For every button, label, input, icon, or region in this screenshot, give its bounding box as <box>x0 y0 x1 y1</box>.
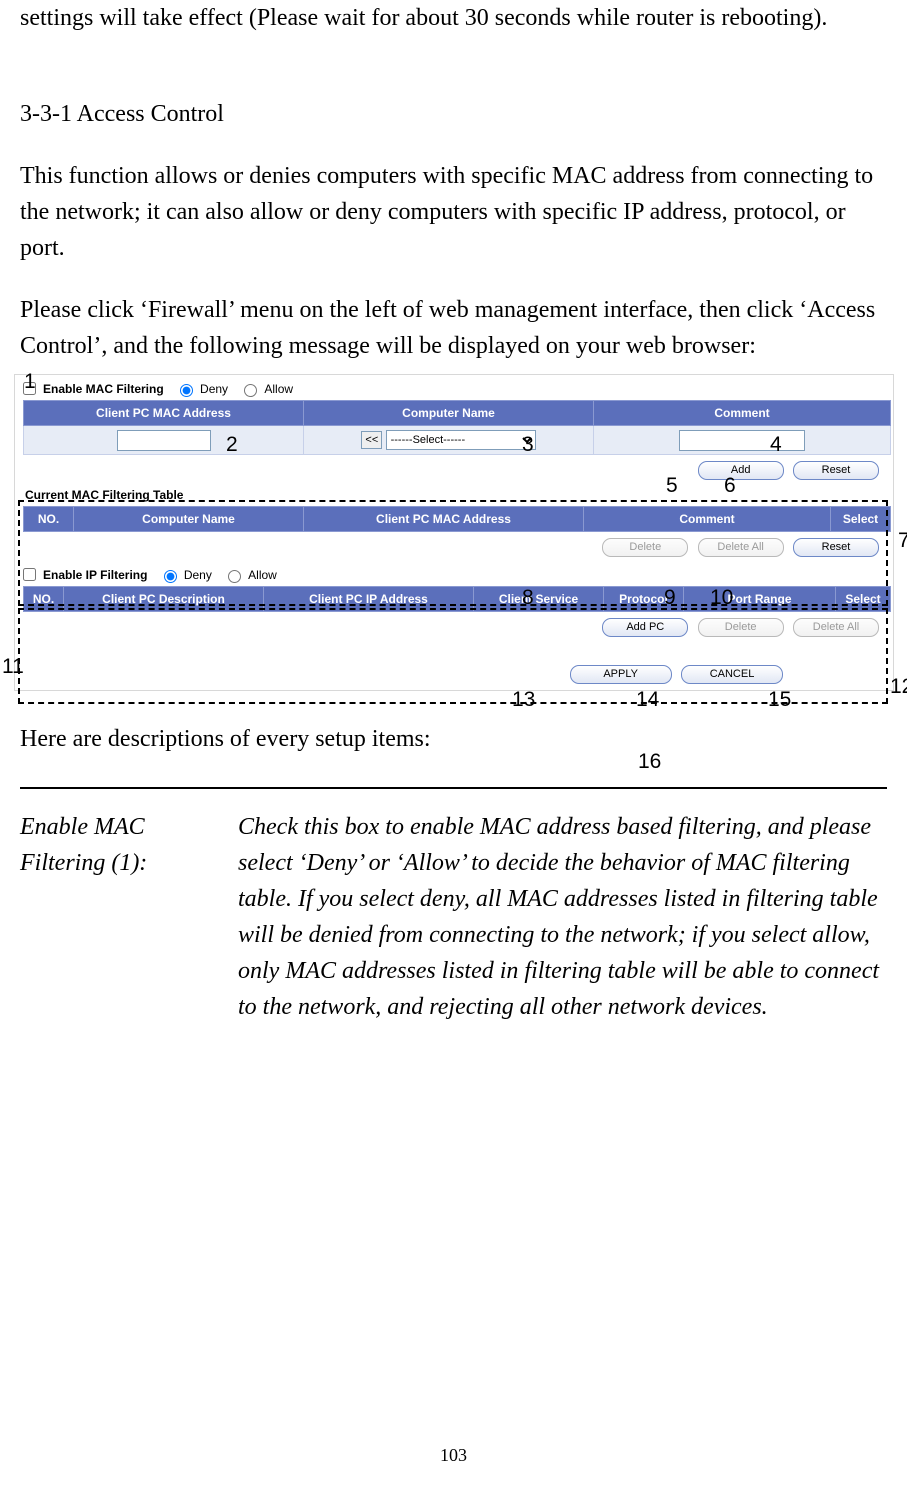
dashed-box-mac-table <box>18 500 888 606</box>
computer-name-select[interactable]: ------Select------ <box>386 430 536 450</box>
paragraph-2: Please click ‘Firewall’ menu on the left… <box>20 292 887 364</box>
mac-allow-radio[interactable] <box>244 384 257 397</box>
description-item: Enable MAC Filtering (1): <box>20 809 230 1025</box>
paragraph-1: This function allows or denies computers… <box>20 158 887 266</box>
callout-1: 1 <box>24 366 36 398</box>
mac-filtering-toggle-row: Enable MAC Filtering Deny Allow <box>15 377 893 400</box>
enable-mac-label: Enable MAC Filtering <box>43 380 164 398</box>
callout-6: 6 <box>724 470 736 502</box>
callout-7: 7 <box>898 525 907 557</box>
th-mac-address: Client PC MAC Address <box>24 401 304 426</box>
comment-input[interactable] <box>679 430 805 451</box>
dashed-box-ip-table <box>18 608 888 704</box>
divider <box>20 787 887 789</box>
mac-deny-radio[interactable] <box>180 384 193 397</box>
insert-button[interactable]: << <box>361 431 382 449</box>
callout-12: 12 <box>890 671 907 703</box>
callout-3: 3 <box>522 429 534 461</box>
reset-button[interactable]: Reset <box>793 461 879 480</box>
description-body: Check this box to enable MAC address bas… <box>238 809 887 1025</box>
callout-16: 16 <box>638 746 661 778</box>
mac-deny-label: Deny <box>200 380 228 398</box>
th-computer-name: Computer Name <box>304 401 594 426</box>
mac-input-table: Client PC MAC Address Computer Name Comm… <box>23 400 891 455</box>
intro-continuation: settings will take effect (Please wait f… <box>20 0 887 36</box>
page-number: 103 <box>0 1442 907 1469</box>
mac-address-input[interactable] <box>117 430 211 451</box>
after-shot-text: Here are descriptions of every setup ite… <box>20 721 887 757</box>
screenshot: 1 2 3 4 5 6 7 8 9 10 11 12 13 14 15 16 E… <box>14 374 894 691</box>
th-comment: Comment <box>594 401 891 426</box>
callout-5: 5 <box>666 470 678 502</box>
callout-2: 2 <box>226 429 238 461</box>
mac-allow-label: Allow <box>264 380 293 398</box>
section-title: 3-3-1 Access Control <box>20 96 887 132</box>
callout-4: 4 <box>770 429 782 461</box>
mac-button-row: Add Reset <box>15 455 893 482</box>
add-button[interactable]: Add <box>698 461 784 480</box>
description-block: Enable MAC Filtering (1): Check this box… <box>20 809 887 1025</box>
